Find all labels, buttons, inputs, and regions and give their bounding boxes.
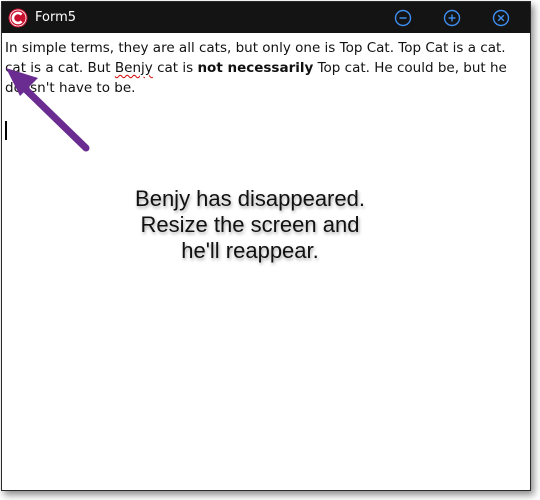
editor-text-run: Top cat. He could be, but he (313, 60, 507, 76)
callout-line-1: Benjy has disappeared. (135, 186, 365, 211)
editor-text-run: cat is (152, 60, 198, 76)
close-icon[interactable] (492, 9, 510, 27)
bold-text: not necessarily (197, 60, 314, 76)
editor-text-run: cat is a cat. But (5, 60, 115, 76)
maximize-icon[interactable] (443, 9, 461, 27)
window-titlebar[interactable]: Form5 (2, 2, 530, 33)
window-title: Form5 (35, 10, 77, 25)
editor-line-3: doesn't have to be. (5, 80, 136, 96)
editor-line-2: cat is a cat. But Benjy cat is not neces… (5, 58, 530, 78)
c-logo-icon (8, 8, 28, 28)
minimize-icon[interactable] (394, 9, 412, 27)
text-caret (5, 121, 7, 140)
misspelled-word: Benjy (114, 60, 153, 76)
callout-line-3: he'll reappear. (181, 238, 319, 263)
editor-line-1: In simple terms, they are all cats, but … (5, 40, 506, 56)
annotation-callout: Benjy has disappeared. Resize the screen… (100, 186, 400, 264)
callout-line-2: Resize the screen and (140, 212, 360, 237)
editor-content[interactable]: In simple terms, they are all cats, but … (5, 38, 530, 98)
